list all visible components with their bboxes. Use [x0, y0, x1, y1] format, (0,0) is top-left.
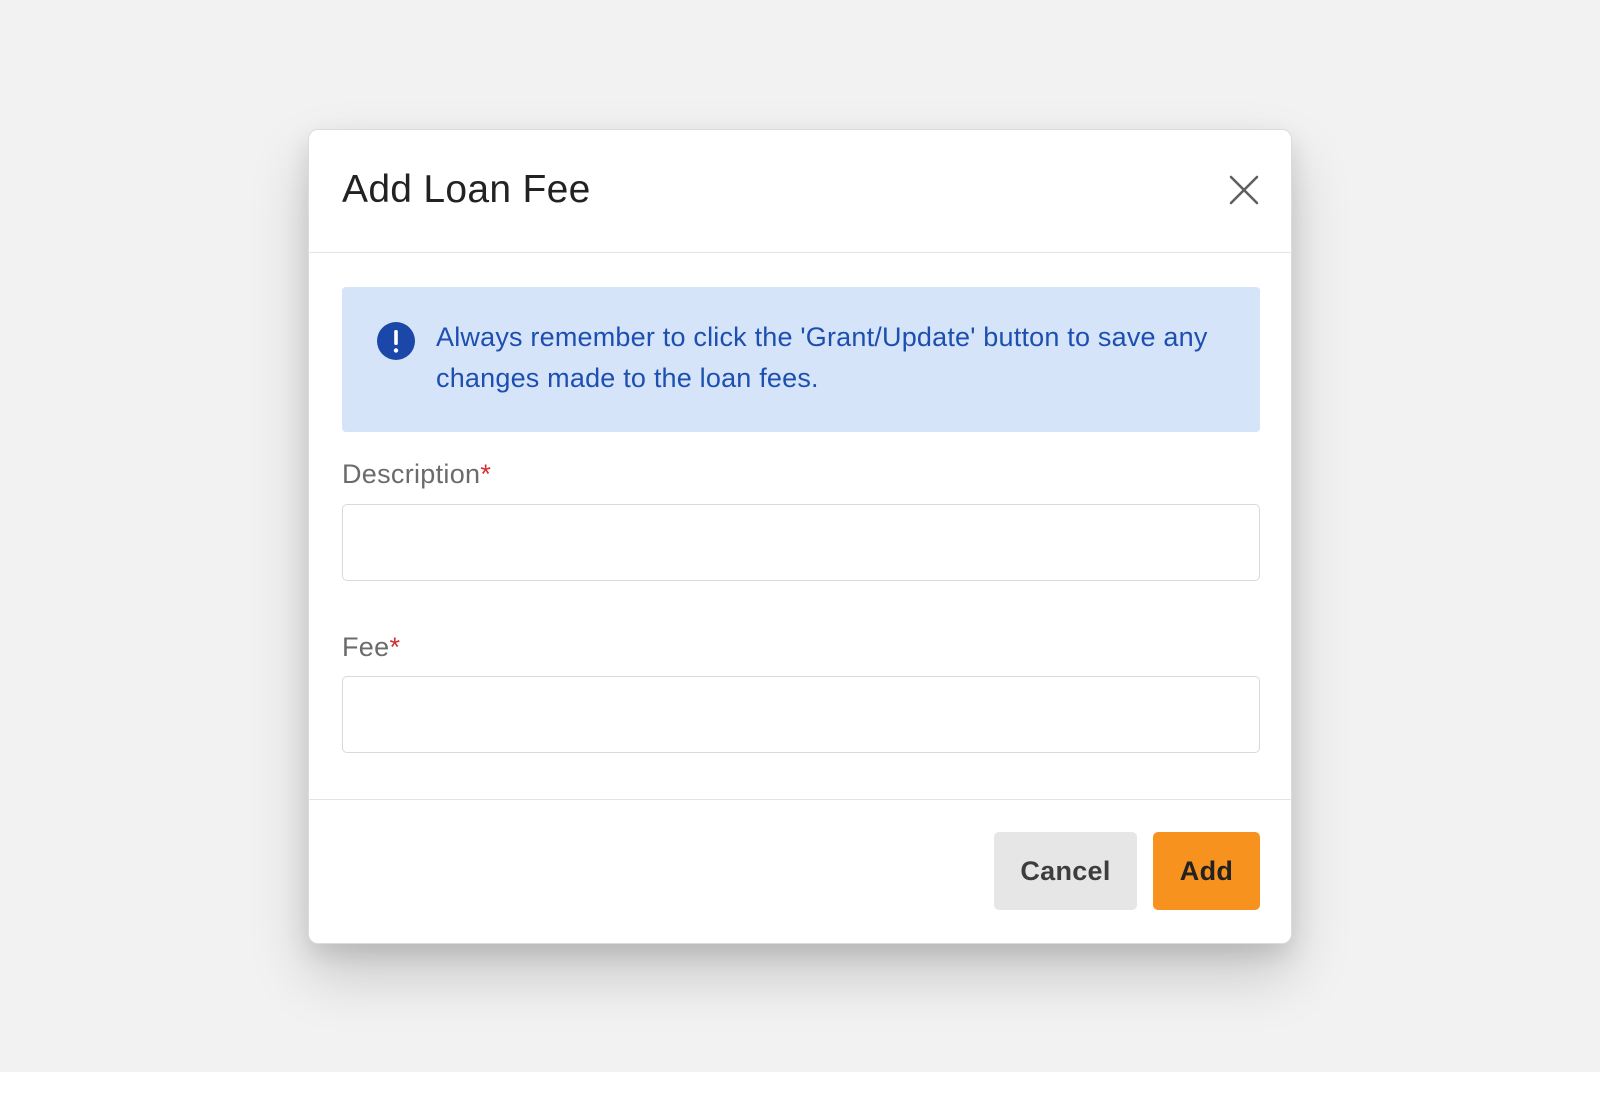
description-label-text: Description — [342, 459, 481, 489]
required-marker: * — [389, 632, 401, 662]
add-loan-fee-dialog: Add Loan Fee Always remember to click th… — [308, 129, 1292, 944]
dialog-footer: Cancel Add — [309, 799, 1291, 945]
dialog-title: Add Loan Fee — [342, 168, 591, 211]
cancel-button[interactable]: Cancel — [994, 832, 1137, 910]
dialog-header: Add Loan Fee — [309, 130, 1291, 253]
add-button[interactable]: Add — [1153, 832, 1260, 910]
description-input[interactable] — [342, 504, 1260, 581]
fee-label-text: Fee — [342, 632, 390, 662]
info-alert: Always remember to click the 'Grant/Upda… — [342, 287, 1260, 432]
fee-label: Fee* — [342, 632, 400, 663]
required-marker: * — [480, 459, 492, 489]
fee-input[interactable] — [342, 676, 1260, 753]
exclamation-circle-icon — [377, 322, 415, 360]
close-button[interactable] — [1224, 170, 1264, 210]
close-icon — [1229, 175, 1259, 205]
description-label: Description* — [342, 459, 491, 490]
alert-message: Always remember to click the 'Grant/Upda… — [436, 322, 1208, 393]
page-bottom-strip — [0, 1072, 1600, 1111]
